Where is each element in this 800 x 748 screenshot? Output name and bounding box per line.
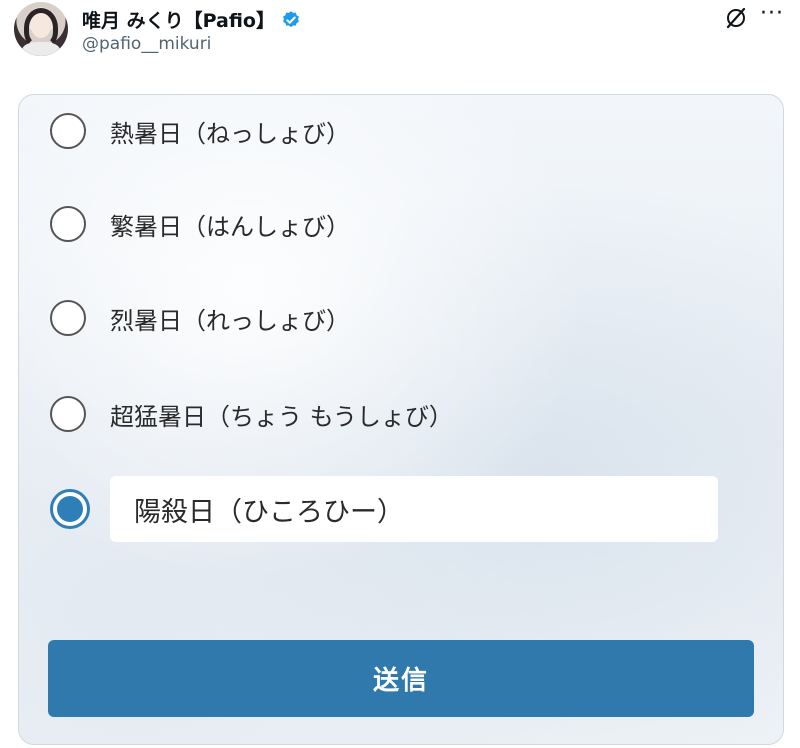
- option-label: 烈暑日（れっしょび）: [110, 306, 350, 335]
- option-3[interactable]: 烈暑日（れっしょび）: [50, 298, 350, 338]
- radio-button-selected[interactable]: [50, 489, 90, 529]
- option-label: 超猛暑日（ちょう もうしょび）: [110, 402, 453, 431]
- radio-selected-dot: [57, 496, 83, 522]
- option-label: 繁暑日（はんしょび）: [110, 212, 350, 241]
- verified-badge-icon: [283, 10, 299, 27]
- submit-button[interactable]: 送信: [48, 640, 754, 717]
- radio-button[interactable]: [50, 113, 86, 149]
- avatar[interactable]: [14, 2, 68, 56]
- author-handle[interactable]: @pafio__mikuri: [82, 34, 211, 54]
- custom-answer-input[interactable]: 陽殺日（ひころひー）: [110, 476, 718, 542]
- author-name-row[interactable]: 唯月 みくり【Pafio】: [82, 6, 301, 33]
- radio-button[interactable]: [50, 396, 86, 432]
- radio-button[interactable]: [50, 300, 86, 336]
- option-5-custom[interactable]: [50, 489, 90, 529]
- poll-form-card: 熱暑日（ねっしょび） 繁暑日（はんしょび） 烈暑日（れっしょび） 超猛暑日（ちょ…: [18, 94, 784, 745]
- option-4[interactable]: 超猛暑日（ちょう もうしょび）: [50, 394, 453, 434]
- more-icon[interactable]: ···: [758, 3, 786, 28]
- option-2[interactable]: 繁暑日（はんしょび）: [50, 204, 350, 244]
- author-name[interactable]: 唯月 みくり【Pafio】: [82, 6, 275, 33]
- radio-button[interactable]: [50, 206, 86, 242]
- option-1[interactable]: 熱暑日（ねっしょび）: [50, 111, 350, 151]
- option-label: 熱暑日（ねっしょび）: [110, 119, 350, 148]
- grok-icon[interactable]: [724, 6, 748, 30]
